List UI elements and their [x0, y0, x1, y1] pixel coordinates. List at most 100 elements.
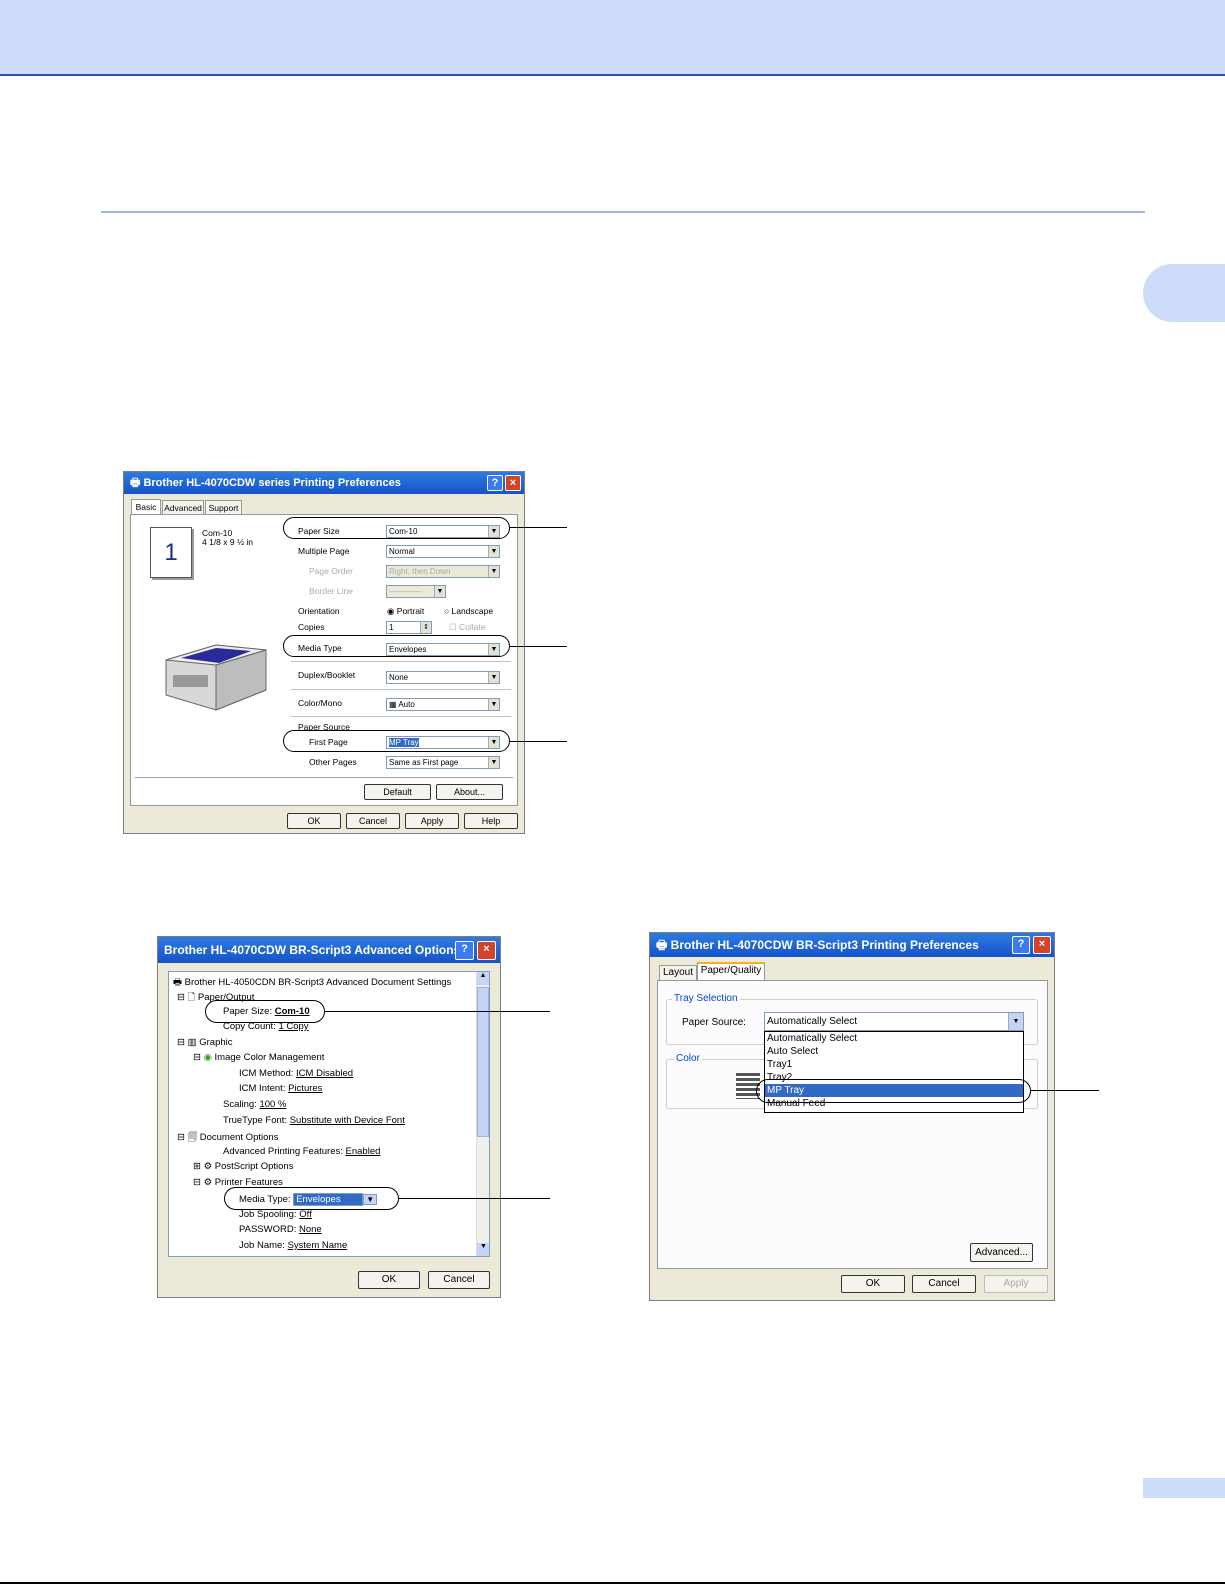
- close-icon[interactable]: ×: [505, 475, 521, 491]
- color-icon: ◉: [203, 1052, 215, 1063]
- copies-input[interactable]: 1 ⇕: [386, 621, 432, 634]
- dropdown-option[interactable]: Automatically Select: [765, 1032, 1023, 1045]
- cancel-button[interactable]: Cancel: [428, 1271, 490, 1289]
- callout-oval-media-type: [283, 635, 510, 657]
- tree-icm[interactable]: ⊟ ◉ Image Color Management: [193, 1052, 324, 1063]
- callout-line: [1031, 1090, 1099, 1091]
- help-icon[interactable]: ?: [455, 941, 474, 960]
- scroll-down-icon[interactable]: ▼: [477, 1243, 489, 1256]
- orientation-label: Orientation: [298, 606, 340, 616]
- callout-line: [510, 741, 567, 742]
- multiple-page-select[interactable]: Normal ▼: [386, 545, 500, 558]
- title-bar: Brother HL-4070CDW BR-Script3 Advanced O…: [158, 937, 500, 963]
- apply-button[interactable]: Apply: [984, 1275, 1048, 1293]
- callout-oval-first-page: [283, 730, 510, 752]
- graphic-icon: ▥: [187, 1037, 200, 1048]
- tab-advanced[interactable]: Advanced: [162, 500, 204, 515]
- duplex-select[interactable]: None ▼: [386, 671, 500, 684]
- spinner-icon[interactable]: ⇕: [420, 622, 431, 633]
- tree-job-spooling[interactable]: Job Spooling: Off: [239, 1209, 312, 1220]
- scrollbar[interactable]: ▲ ▼: [476, 972, 489, 1256]
- tree-graphic[interactable]: ⊟ ▥ Graphic: [177, 1037, 233, 1048]
- border-line-select[interactable]: ―――― ▼: [386, 585, 446, 598]
- paper-source-select[interactable]: Automatically Select ▼: [764, 1012, 1024, 1031]
- cancel-button[interactable]: Cancel: [912, 1275, 976, 1293]
- tree-postscript[interactable]: ⊞ ⚙ PostScript Options: [193, 1161, 293, 1172]
- copies-label: Copies: [298, 622, 325, 632]
- tree-icm-method[interactable]: ICM Method: ICM Disabled: [239, 1068, 353, 1079]
- help-icon[interactable]: ?: [1012, 936, 1030, 954]
- portrait-radio[interactable]: ◉ Portrait: [387, 606, 424, 617]
- scroll-up-icon[interactable]: ▲: [477, 972, 489, 985]
- page-order-select[interactable]: Right, then Down ▼: [386, 565, 500, 578]
- page-number-tab: [1143, 1478, 1225, 1498]
- color-group-label: Color: [674, 1053, 702, 1064]
- divider: [135, 777, 513, 778]
- tab-basic[interactable]: Basic: [131, 499, 161, 514]
- dropdown-option[interactable]: Auto Select: [765, 1045, 1023, 1058]
- page-header-band: [0, 0, 1225, 76]
- other-pages-label: Other Pages: [309, 757, 357, 767]
- tree-document-options[interactable]: ⊟ 🗐 Document Options: [177, 1130, 278, 1146]
- gear-icon: ⚙: [203, 1161, 215, 1172]
- close-icon[interactable]: ×: [477, 941, 496, 960]
- divider: [291, 661, 511, 662]
- tree-job-name[interactable]: Job Name: System Name: [239, 1240, 347, 1251]
- chevron-down-icon: ▼: [488, 566, 499, 577]
- title-bar: 🖶 Brother HL-4070CDW series Printing Pre…: [124, 472, 524, 494]
- help-button[interactable]: Help: [464, 813, 518, 829]
- multiple-page-label: Multiple Page: [298, 546, 350, 556]
- tree-icm-intent[interactable]: ICM Intent: Pictures: [239, 1083, 322, 1094]
- printer-icon: 🖶: [173, 977, 185, 988]
- tree-root[interactable]: 🖶 Brother HL-4050CDN BR-Script3 Advanced…: [173, 975, 451, 991]
- border-line-label: Border Line: [309, 586, 353, 596]
- tab-support[interactable]: Support: [205, 500, 242, 515]
- tab-paper-quality[interactable]: Paper/Quality: [697, 962, 765, 980]
- callout-oval-media-type: [224, 1187, 399, 1210]
- close-icon[interactable]: ×: [1033, 936, 1051, 954]
- page-icon: 🗋: [187, 992, 198, 1003]
- callout-line: [325, 1011, 550, 1012]
- ok-button[interactable]: OK: [358, 1271, 420, 1289]
- dialog-title: Brother HL-4070CDW BR-Script3 Advanced O…: [164, 943, 461, 957]
- tray-selection-label: Tray Selection: [672, 993, 740, 1004]
- printer-image: [165, 644, 267, 711]
- advanced-button[interactable]: Advanced...: [970, 1243, 1033, 1262]
- callout-oval-paper-size: [283, 517, 510, 539]
- tree-password[interactable]: PASSWORD: None: [239, 1224, 322, 1235]
- page-number: 1: [164, 539, 178, 566]
- chevron-down-icon: ▼: [488, 672, 499, 683]
- tab-layout[interactable]: Layout: [659, 965, 697, 980]
- br-script3-preferences-dialog: 🖶 Brother HL-4070CDW BR-Script3 Printing…: [649, 932, 1055, 1301]
- landscape-radio[interactable]: ○ Landscape: [444, 606, 493, 616]
- help-icon[interactable]: ?: [487, 475, 503, 491]
- title-bar: 🖶 Brother HL-4070CDW BR-Script3 Printing…: [650, 933, 1054, 957]
- apply-button[interactable]: Apply: [405, 813, 459, 829]
- tree-scaling[interactable]: Scaling: 100 %: [223, 1099, 286, 1110]
- ok-button[interactable]: OK: [287, 813, 341, 829]
- chevron-down-icon: ▼: [434, 586, 445, 597]
- printer-icon: 🖶: [130, 477, 141, 489]
- about-button[interactable]: About...: [436, 784, 503, 800]
- paper-source-label: Paper Source:: [682, 1017, 746, 1028]
- other-pages-select[interactable]: Same as First page ▼: [386, 756, 500, 769]
- chevron-down-icon[interactable]: ▼: [1008, 1013, 1023, 1030]
- cancel-button[interactable]: Cancel: [346, 813, 400, 829]
- default-button[interactable]: Default: [364, 784, 431, 800]
- gear-icon: ⚙: [203, 1177, 215, 1188]
- tree-truetype[interactable]: TrueType Font: Substitute with Device Fo…: [223, 1115, 405, 1126]
- scrollbar-thumb[interactable]: [477, 987, 489, 1137]
- color-mono-select[interactable]: ▦ Auto ▼: [386, 698, 500, 711]
- collate-checkbox[interactable]: ☐ Collate: [449, 622, 485, 633]
- tree-adv-printing[interactable]: Advanced Printing Features: Enabled: [223, 1146, 380, 1157]
- footer-rule: [0, 1582, 1225, 1584]
- chevron-down-icon: ▼: [488, 699, 499, 710]
- dropdown-option[interactable]: Tray1: [765, 1058, 1023, 1071]
- callout-oval-paper-size: [205, 1000, 325, 1023]
- tab-panel: Tray Selection Paper Source: Automatical…: [657, 980, 1048, 1269]
- chevron-down-icon: ▼: [488, 546, 499, 557]
- divider: [291, 689, 511, 690]
- color-icon: ▦: [389, 700, 399, 709]
- ok-button[interactable]: OK: [841, 1275, 905, 1293]
- paper-size-dims: 4 1/8 x 9 ½ in: [202, 537, 254, 547]
